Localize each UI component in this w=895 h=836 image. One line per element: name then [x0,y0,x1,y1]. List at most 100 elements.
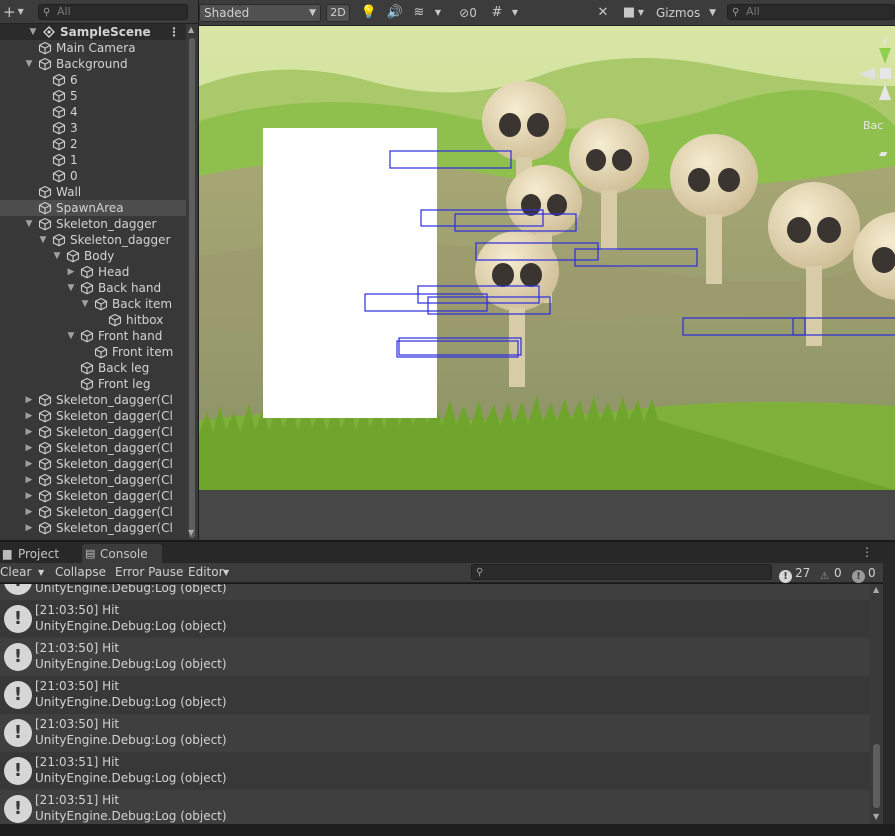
hierarchy-item[interactable]: ▼ Skeleton_dagger [0,216,186,232]
expand-closed-icon[interactable]: ▶ [24,408,34,424]
hierarchy-item[interactable]: 0 [0,168,186,184]
expand-closed-icon[interactable]: ▶ [24,392,34,408]
console-log-entry[interactable]: ! [21:03:50] Hit UnityEngine.Debug:Log (ob… [0,600,870,638]
shading-mode-dropdown[interactable]: Shaded ▼ [199,4,321,22]
hierarchy-item[interactable]: ▼ Back item [0,296,186,312]
console-log-entry[interactable]: ! [21:03:50] Hit UnityEngine.Debug:Log (ob… [0,638,870,676]
scene-search-input[interactable]: ⚲ All [727,4,895,20]
expand-open-icon[interactable]: ▼ [66,280,76,296]
hierarchy-item[interactable]: ▼ Skeleton_dagger [0,232,186,248]
grid-dropdown-icon[interactable]: ▼ [509,4,521,22]
console-log-entry[interactable]: ! [21:03:50] Hit UnityEngine.Debug:Log (ob… [0,676,870,714]
console-log-entry[interactable]: ! [21:03:51] Hit UnityEngine.Debug:Log (ob… [0,752,870,790]
hierarchy-item[interactable]: ▶ Head [0,264,186,280]
collapse-button[interactable]: Collapse [55,563,106,582]
hierarchy-scrollbar[interactable]: ▲ ▼ [186,24,198,540]
cube-icon [80,377,94,391]
tab-project[interactable]: ▆ Project [0,544,82,564]
hierarchy-item[interactable]: ▶ Skeleton_dagger(Cl [0,472,186,488]
hierarchy-item[interactable]: SpawnArea [0,200,186,216]
toggle-2d-button[interactable]: 2D [326,4,350,22]
hierarchy-item[interactable]: ▶ Skeleton_dagger(Cl [0,456,186,472]
scene-root-row[interactable]: ▼ SampleScene ⋮ [0,24,186,40]
console-search-input[interactable]: ⚲ [471,564,772,580]
warning-count-toggle[interactable]: ⚠ 0 [818,564,842,582]
hierarchy-item[interactable]: 4 [0,104,186,120]
hierarchy-item[interactable]: Wall [0,184,186,200]
kebab-menu-icon[interactable]: ⋮ [861,545,873,559]
hierarchy-item[interactable]: Main Camera [0,40,186,56]
scroll-up-icon[interactable]: ▲ [873,585,879,594]
effects-toggle-icon[interactable]: ≋ [409,4,429,22]
lighting-toggle-icon[interactable]: 💡 [359,4,379,22]
hierarchy-scroll-thumb[interactable] [189,38,195,538]
hierarchy-item[interactable]: Front item [0,344,186,360]
hierarchy-item[interactable]: Back leg [0,360,186,376]
hierarchy-item[interactable]: ▶ Skeleton_dagger(Cl [0,424,186,440]
expand-open-icon[interactable]: ▼ [24,56,34,72]
console-scrollbar[interactable]: ▲ ▼ [870,584,883,824]
expand-open-icon[interactable]: ▼ [52,248,62,264]
error-pause-button[interactable]: Error Pause [115,563,183,582]
create-add-button[interactable]: + ▼ [3,4,29,20]
hierarchy-item[interactable]: ▶ Skeleton_dagger(Cl [0,440,186,456]
gizmos-dropdown[interactable]: Gizmos ▼ [651,4,721,22]
expand-closed-icon[interactable]: ▶ [24,472,34,488]
console-log-entry[interactable]: !UnityEngine.Debug:Log (object) [0,584,870,600]
overlay-tool-icon[interactable]: ▰ [879,147,888,160]
expand-open-icon[interactable]: ▼ [80,296,90,312]
scene-canvas[interactable]: y Bac ▰ [199,26,895,540]
hierarchy-search-input[interactable]: ⚲ All [38,4,188,20]
expand-closed-icon[interactable]: ▶ [24,520,34,536]
hierarchy-item[interactable]: Front leg [0,376,186,392]
expand-closed-icon[interactable]: ▶ [24,456,34,472]
hierarchy-item[interactable]: 6 [0,72,186,88]
hierarchy-item[interactable]: 1 [0,152,186,168]
audio-toggle-icon[interactable]: 🔊 [385,4,405,22]
console-log-entry[interactable]: ! [21:03:51] Hit UnityEngine.Debug:Log (ob… [0,790,870,824]
error-count-toggle[interactable]: ! 0 [852,564,876,583]
camera-dropdown-icon[interactable]: ▼ [635,4,647,22]
expand-closed-icon[interactable]: ▶ [24,424,34,440]
expand-closed-icon[interactable]: ▶ [66,264,76,280]
chevron-down-icon[interactable]: ▼ [38,563,44,582]
scroll-up-icon[interactable]: ▲ [188,25,194,34]
expand-open-icon[interactable]: ▼ [66,328,76,344]
hierarchy-item[interactable]: 3 [0,120,186,136]
expand-open-icon[interactable]: ▼ [28,24,38,40]
scroll-down-icon[interactable]: ▼ [873,812,879,821]
effects-dropdown-icon[interactable]: ▼ [432,4,444,22]
info-count-toggle[interactable]: ! 27 [779,564,810,583]
hierarchy-item[interactable]: 5 [0,88,186,104]
gizmo-center-icon[interactable] [880,68,891,79]
console-scroll-thumb[interactable] [873,744,880,808]
hierarchy-item[interactable]: hitbox [0,312,186,328]
scroll-down-icon[interactable]: ▼ [188,528,194,537]
hierarchy-item[interactable]: ▼ Back hand [0,280,186,296]
scene-menu-icon[interactable]: ⋮ [168,24,180,40]
expand-open-icon[interactable]: ▼ [38,232,48,248]
tools-icon[interactable]: ✕ [593,4,613,22]
hierarchy-item[interactable]: ▶ Skeleton_dagger(Cl [0,392,186,408]
hierarchy-item[interactable]: ▶ Skeleton_dagger(Cl [0,488,186,504]
expand-closed-icon[interactable]: ▶ [24,440,34,456]
hierarchy-item[interactable]: ▼ Front hand [0,328,186,344]
hidden-objects-toggle[interactable]: ⊘0 [453,4,483,22]
tab-console[interactable]: ▤ Console [82,544,162,564]
hierarchy-item[interactable]: ▶ Skeleton_dagger(Cl [0,504,186,520]
grid-toggle-icon[interactable]: # [487,4,507,22]
expand-closed-icon[interactable]: ▶ [24,488,34,504]
view-overlay-label[interactable]: Bac [863,119,883,132]
hierarchy-item[interactable]: ▼ Body [0,248,186,264]
hierarchy-item[interactable]: 2 [0,136,186,152]
hierarchy-item[interactable]: ▶ Skeleton_dagger(Cl [0,408,186,424]
expand-closed-icon[interactable]: ▶ [24,504,34,520]
spawn-area-rect[interactable] [263,128,437,418]
scene-view[interactable]: y Bac ▰ [199,26,895,540]
editor-dropdown[interactable]: Editor ▼ [188,563,234,582]
hierarchy-item[interactable]: ▼ Background [0,56,186,72]
hierarchy-item[interactable]: ▶ Skeleton_dagger(Cl [0,520,186,536]
expand-open-icon[interactable]: ▼ [24,216,34,232]
console-log-entry[interactable]: ! [21:03:50] Hit UnityEngine.Debug:Log (ob… [0,714,870,752]
clear-button[interactable]: Clear ▼ [0,563,48,582]
